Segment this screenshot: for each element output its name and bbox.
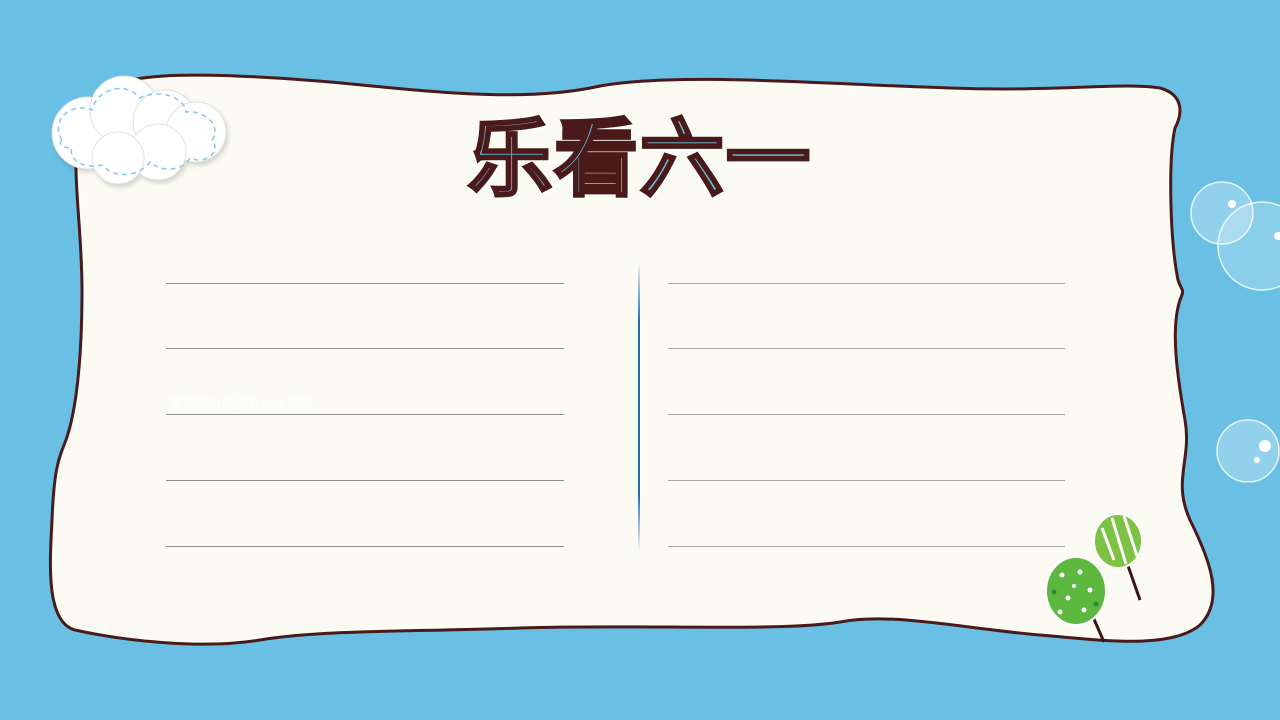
page-title: 乐看六一	[420, 104, 860, 214]
column-divider	[638, 262, 640, 552]
writing-line	[668, 480, 1065, 481]
writing-line	[668, 348, 1065, 349]
faint-placeholder-text: 要想为方面图标点击添加：	[170, 396, 327, 411]
bubble-icon	[1216, 419, 1280, 483]
title-text: 乐看六一	[466, 110, 812, 208]
writing-line	[166, 546, 564, 547]
writing-line	[668, 414, 1065, 415]
writing-line	[668, 283, 1065, 284]
writing-line	[166, 283, 564, 284]
postcard-canvas: 乐看六一 要想为方面图标点击添加：	[0, 0, 1280, 720]
writing-line	[166, 348, 564, 349]
writing-line	[166, 414, 564, 415]
writing-line	[668, 546, 1065, 547]
writing-line	[166, 480, 564, 481]
